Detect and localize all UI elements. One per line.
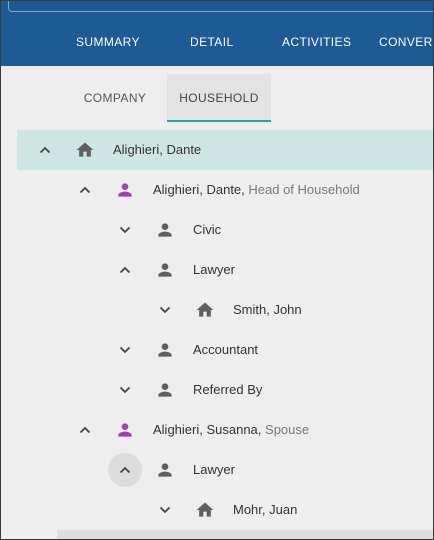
- chevron-down-icon[interactable]: [105, 210, 145, 250]
- horizontal-scrollbar[interactable]: [57, 530, 434, 540]
- header-search-box[interactable]: [8, 0, 434, 12]
- tree-row-label: Referred By: [193, 370, 262, 410]
- tree-row[interactable]: Alighieri, Dante: [17, 130, 434, 170]
- contact-name: Alighieri, Dante: [113, 142, 202, 157]
- contact-name: Alighieri, Susanna: [153, 422, 258, 437]
- tree-row[interactable]: Referred By: [0, 370, 434, 410]
- subtab-household[interactable]: HOUSEHOLD: [167, 74, 271, 122]
- contact-name: Referred By: [193, 382, 263, 397]
- tree-row-label: Civic: [193, 210, 221, 250]
- person-icon: [155, 220, 175, 240]
- app-header: SUMMARY DETAIL ACTIVITIES CONVERS: [0, 0, 434, 66]
- person-icon: [155, 340, 175, 360]
- home-icon: [195, 300, 215, 320]
- sub-tabs: COMPANY HOUSEHOLD: [0, 74, 434, 122]
- tree-row[interactable]: Alighieri, Dante, Head of Household: [0, 170, 434, 210]
- person-icon: [115, 180, 135, 200]
- tree-row-label: Lawyer: [193, 250, 235, 290]
- tree-row[interactable]: Smith, John: [0, 290, 434, 330]
- tree-row-label: Alighieri, Dante: [113, 130, 201, 170]
- contact-name: Lawyer: [193, 462, 235, 477]
- tab-activities[interactable]: ACTIVITIES: [282, 30, 351, 54]
- person-icon: [155, 380, 175, 400]
- contact-name: Lawyer: [193, 262, 235, 277]
- main-tabs: SUMMARY DETAIL ACTIVITIES CONVERS: [0, 30, 434, 54]
- tree-row[interactable]: Lawyer: [0, 450, 434, 490]
- chevron-up-icon[interactable]: [105, 250, 145, 290]
- relationship-role: Spouse: [265, 422, 310, 437]
- chevron-down-icon[interactable]: [105, 330, 145, 370]
- contact-name: Mohr, Juan: [233, 502, 298, 517]
- home-icon: [75, 140, 95, 160]
- tree-row[interactable]: Accountant: [0, 330, 434, 370]
- chevron-up-icon[interactable]: [65, 410, 105, 450]
- home-icon: [195, 500, 215, 520]
- contact-name: Accountant: [193, 342, 259, 357]
- contact-name: Smith, John: [233, 302, 302, 317]
- chevron-down-icon[interactable]: [105, 370, 145, 410]
- tree-row[interactable]: Civic: [0, 210, 434, 250]
- chevron-down-icon[interactable]: [145, 490, 185, 530]
- contact-name: Alighieri, Dante: [153, 182, 242, 197]
- tree-row-label: Alighieri, Susanna, Spouse: [153, 410, 309, 450]
- tab-detail[interactable]: DETAIL: [190, 30, 234, 54]
- tree-row-label: Lawyer: [193, 450, 235, 490]
- chevron-up-icon[interactable]: [105, 450, 145, 490]
- tree-row-label: Smith, John: [233, 290, 302, 330]
- tree-row[interactable]: Alighieri, Susanna, Spouse: [0, 410, 434, 450]
- relationship-role: Head of Household: [248, 182, 360, 197]
- tree-row-label: Alighieri, Dante, Head of Household: [153, 170, 360, 210]
- tab-summary[interactable]: SUMMARY: [76, 30, 140, 54]
- tree-row-label: Mohr, Juan: [233, 490, 297, 530]
- contact-name: Civic: [193, 222, 222, 237]
- tree-row[interactable]: Lawyer: [0, 250, 434, 290]
- chevron-down-icon[interactable]: [145, 290, 185, 330]
- person-icon: [155, 460, 175, 480]
- person-icon: [115, 420, 135, 440]
- subtab-company[interactable]: COMPANY: [72, 74, 158, 122]
- separator: ,: [257, 422, 266, 437]
- chevron-up-icon[interactable]: [65, 170, 105, 210]
- tree-row[interactable]: Mohr, Juan: [0, 490, 434, 530]
- tree-row-label: Accountant: [193, 330, 258, 370]
- person-icon: [155, 260, 175, 280]
- chevron-up-icon[interactable]: [25, 130, 65, 170]
- tab-conversations[interactable]: CONVERS: [379, 30, 434, 54]
